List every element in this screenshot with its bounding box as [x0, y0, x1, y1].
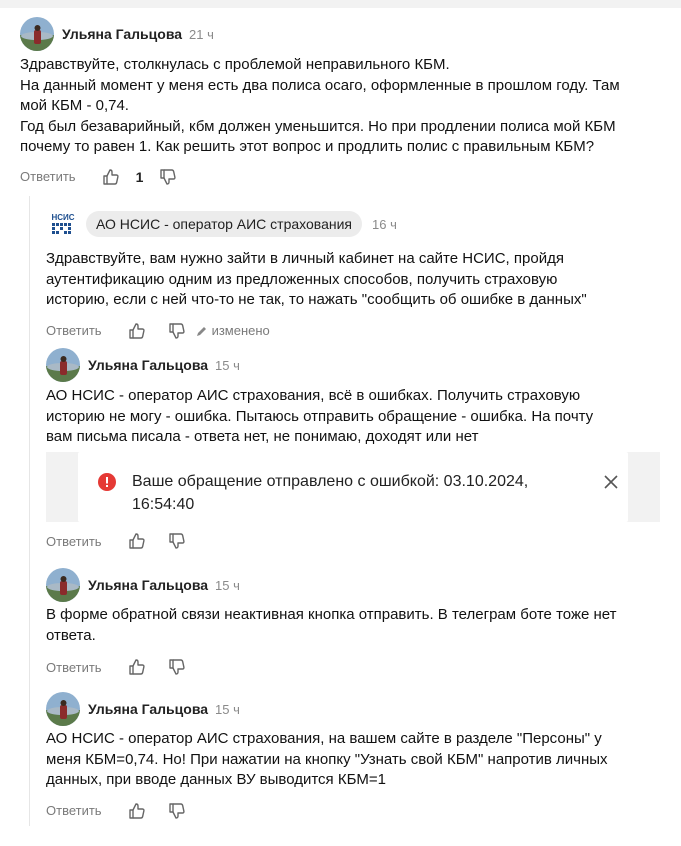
comment-line: Год был безаварийный, кбм должен уменьши…	[20, 117, 616, 135]
comment-text: Здравствуйте, столкнулась с проблемой не…	[20, 55, 670, 158]
comment-line: АО НСИС - оператор АИС страхования, на в…	[46, 730, 602, 747]
comment-line: данных, при вводе данных ВУ выводится КБ…	[46, 771, 387, 788]
thumbs-down-icon[interactable]	[168, 322, 186, 340]
avatar[interactable]	[46, 568, 80, 602]
thumbs-down-icon[interactable]	[168, 658, 186, 676]
thumbs-up-icon[interactable]	[128, 322, 146, 340]
thumbs-down-icon[interactable]	[159, 168, 177, 186]
reply-button[interactable]: Ответить	[46, 803, 102, 818]
comment-4: Ульяна Гальцова 15 ч В форме обратной св…	[46, 568, 666, 677]
comment-1: Ульяна Гальцова 21 ч Здравствуйте, столк…	[20, 17, 670, 187]
comment-line: В форме обратной связи неактивная кнопка…	[46, 606, 617, 623]
pencil-icon	[196, 325, 208, 337]
thumbs-down-icon[interactable]	[168, 802, 186, 820]
edited-label: изменено	[211, 323, 270, 338]
attachment-image[interactable]: Ваше обращение отправлено с ошибкой: 03.…	[46, 452, 660, 522]
comment-actions: Ответить	[46, 657, 666, 677]
comment-line: ответа.	[46, 626, 96, 644]
thumbs-down-icon[interactable]	[168, 532, 186, 550]
comment-5: Ульяна Гальцова 15 ч АО НСИС - оператор …	[46, 692, 666, 821]
like-count: 1	[135, 168, 144, 185]
thumbs-up-icon[interactable]	[128, 802, 146, 820]
timestamp[interactable]: 15 ч	[215, 578, 240, 593]
thumbs-up-icon[interactable]	[102, 168, 120, 186]
comment-2: НСИС АО НСИС - оператор АИС страхования …	[46, 207, 666, 341]
comment-actions: Ответить	[46, 801, 666, 821]
error-icon	[98, 473, 116, 491]
comment-actions: Ответить	[46, 531, 186, 551]
author-name[interactable]: Ульяна Гальцова	[88, 357, 208, 373]
comment-line: На данный момент у меня есть два полиса …	[20, 76, 620, 94]
comment-actions: Ответить 1	[20, 167, 670, 187]
reply-button[interactable]: Ответить	[46, 660, 102, 675]
comment-line: историю не могу - ошибка. Пытаюсь отправ…	[46, 407, 594, 425]
comment-text: АО НСИС - оператор АИС страхования, всё …	[46, 386, 666, 448]
comment-text: В форме обратной связи неактивная кнопка…	[46, 605, 666, 646]
comment-line: Здравствуйте, столкнулась с проблемой не…	[20, 56, 450, 73]
edited-indicator: изменено	[196, 323, 270, 338]
avatar[interactable]	[46, 348, 80, 382]
comment-text: Здравствуйте, вам нужно зайти в личный к…	[46, 249, 666, 311]
comment-line: Здравствуйте, вам нужно зайти в личный к…	[46, 250, 564, 267]
avatar[interactable]	[20, 17, 54, 51]
thread-line	[29, 196, 30, 826]
comment-line: АО НСИС - оператор АИС страхования, всё …	[46, 387, 581, 404]
error-notification: Ваше обращение отправлено с ошибкой: 03.…	[78, 452, 628, 522]
comment-line: вам письма писала - ответа нет, не поним…	[46, 428, 479, 445]
comment-line: аутентификацию одним из предложенных спо…	[46, 270, 558, 288]
reply-button[interactable]: Ответить	[46, 323, 102, 338]
notification-text: Ваше обращение отправлено с ошибкой: 03.…	[132, 473, 529, 513]
avatar[interactable]	[46, 692, 80, 726]
timestamp[interactable]: 16 ч	[372, 217, 397, 232]
top-bar	[0, 0, 681, 8]
comment-text: АО НСИС - оператор АИС страхования, на в…	[46, 729, 666, 791]
logo-text: НСИС	[51, 213, 74, 222]
author-name[interactable]: Ульяна Гальцова	[88, 701, 208, 717]
comment-line: почему то равен 1. Как решить этот вопро…	[20, 138, 595, 155]
author-name[interactable]: АО НСИС - оператор АИС страхования	[86, 211, 362, 237]
timestamp[interactable]: 15 ч	[215, 702, 240, 717]
thumbs-up-icon[interactable]	[128, 532, 146, 550]
author-name[interactable]: Ульяна Гальцова	[62, 26, 182, 42]
comment-line: мой КБМ - 0,74.	[20, 97, 129, 114]
thumbs-up-icon[interactable]	[128, 658, 146, 676]
nsis-logo[interactable]: НСИС	[46, 207, 80, 241]
author-name[interactable]: Ульяна Гальцова	[88, 577, 208, 593]
comment-line: меня КБМ=0,74. Но! При нажатии на кнопку…	[46, 750, 608, 768]
comment-line: историю, если с ней что-то не так, то на…	[46, 291, 587, 308]
close-icon[interactable]	[603, 474, 619, 490]
timestamp[interactable]: 21 ч	[189, 27, 214, 42]
reply-button[interactable]: Ответить	[20, 169, 76, 184]
comment-3: Ульяна Гальцова 15 ч АО НСИС - оператор …	[46, 348, 666, 448]
reply-button[interactable]: Ответить	[46, 534, 102, 549]
timestamp[interactable]: 15 ч	[215, 358, 240, 373]
comment-actions: Ответить изменено	[46, 321, 666, 341]
